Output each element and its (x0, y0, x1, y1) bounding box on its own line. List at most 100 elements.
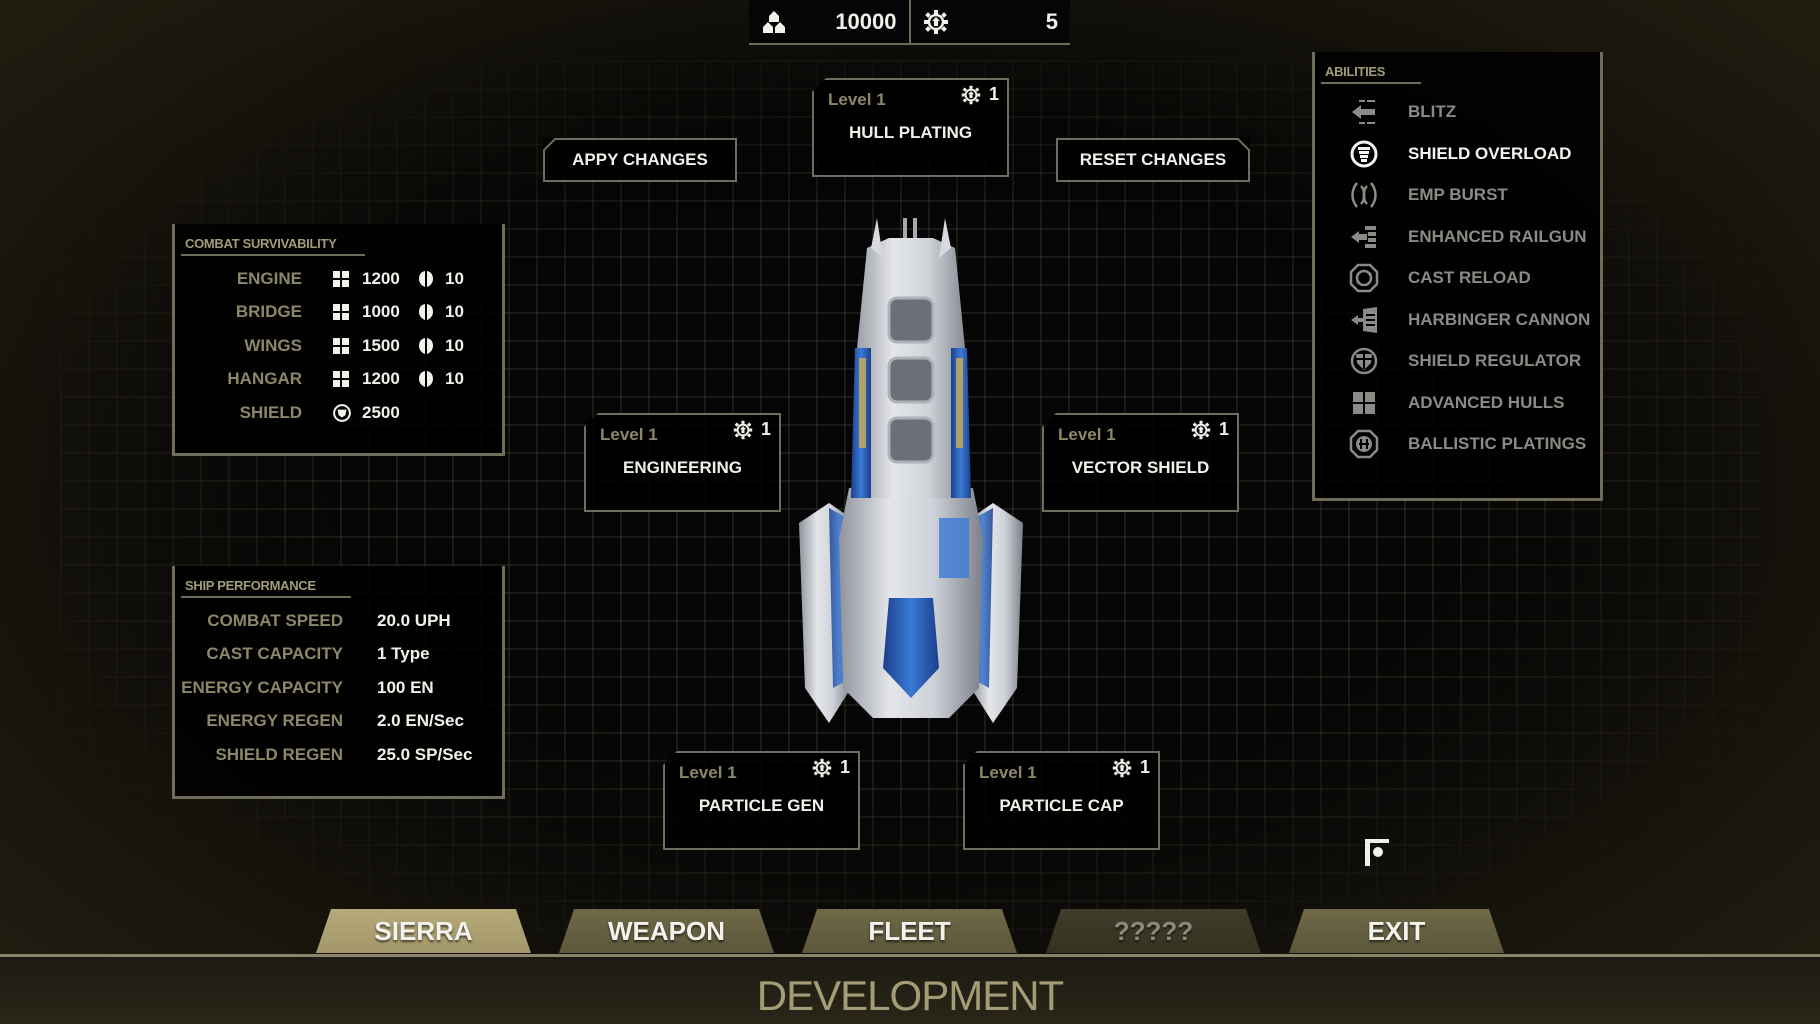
ability-label: BALLISTIC PLATINGS (1408, 434, 1587, 453)
armor-icon (419, 271, 433, 287)
module-cost: 1 (1218, 419, 1229, 439)
tab-locked[interactable]: ????? (1046, 909, 1261, 953)
hull-icon (333, 371, 349, 387)
armor-value: 10 (445, 336, 464, 355)
ability-label: EMP BURST (1408, 185, 1508, 204)
title-underline (181, 596, 351, 598)
tech-points-counter: 5 (908, 0, 1071, 43)
module-name: ENGINEERING (622, 458, 743, 477)
perf-value: 2.0 EN/Sec (377, 711, 464, 730)
panel-title: COMBAT SURVIVABILITY (185, 236, 337, 251)
stat-row-engine: ENGINE 1200 10 (175, 269, 502, 293)
stat-label: HANGAR (227, 369, 302, 388)
hull-value: 1500 (362, 336, 400, 355)
module-name: VECTOR SHIELD (1071, 458, 1210, 477)
module-level: Level 1 (1058, 425, 1116, 444)
stat-label: WINGS (244, 336, 302, 355)
perf-row: COMBAT SPEED 20.0 UPH (175, 611, 502, 635)
ship-gold-stripe (956, 358, 963, 448)
shield-value: 2500 (362, 403, 400, 422)
title-underline (1321, 82, 1421, 84)
ability-harbinger-cannon[interactable]: HARBINGER CANNON (1315, 305, 1600, 335)
perf-label: ENERGY REGEN (206, 711, 343, 730)
stat-row-wings: WINGS 1500 10 (175, 336, 502, 360)
perf-label: CAST CAPACITY (206, 644, 343, 663)
harbinger-cannon-icon (1351, 307, 1377, 333)
module-cost: 1 (1139, 757, 1150, 777)
module-cost: 1 (760, 419, 771, 439)
ability-shield-regulator[interactable]: SHIELD REGULATOR (1315, 346, 1600, 376)
credits-value: 10000 (835, 9, 897, 34)
ability-advanced-hulls[interactable]: ADVANCED HULLS (1315, 388, 1600, 418)
ability-emp-burst[interactable]: EMP BURST (1315, 180, 1600, 210)
resource-bar: 10000 5 (749, 0, 1070, 45)
gear-upgrade-icon (961, 85, 981, 105)
armor-icon (419, 371, 433, 387)
perf-value: 25.0 SP/Sec (377, 745, 473, 764)
module-cost: 1 (988, 84, 999, 104)
module-vector-shield[interactable]: Level 1 1 VECTOR SHIELD (1042, 413, 1239, 512)
ability-cast-reload[interactable]: CAST RELOAD (1315, 263, 1600, 293)
perf-label: COMBAT SPEED (207, 611, 343, 630)
ship-performance-panel: SHIP PERFORMANCE COMBAT SPEED 20.0 UPH C… (172, 566, 505, 799)
stat-row-bridge: BRIDGE 1000 10 (175, 302, 502, 326)
armor-icon (419, 304, 433, 320)
perf-label: ENERGY CAPACITY (181, 678, 343, 697)
ship-sierra (799, 218, 1023, 723)
gear-upgrade-icon (733, 420, 753, 440)
railgun-icon (1351, 226, 1376, 248)
perf-value: 1 Type (377, 644, 430, 663)
abilities-panel: ABILITIES BLITZ SHIELD OVERLOAD EMP BURS… (1312, 52, 1603, 501)
ability-label: ENHANCED RAILGUN (1408, 227, 1587, 246)
main-tabs: SIERRA WEAPON FLEET ????? EXIT (0, 909, 1820, 953)
perf-row: ENERGY REGEN 2.0 EN/Sec (175, 711, 502, 735)
tab-fleet[interactable]: FLEET (802, 909, 1017, 953)
ability-label: BLITZ (1408, 102, 1457, 121)
module-particle-cap[interactable]: Level 1 1 PARTICLE CAP (963, 751, 1160, 850)
cursor-icon (1365, 839, 1389, 866)
module-level: Level 1 (828, 90, 886, 109)
apply-changes-button[interactable]: APPY CHANGES (543, 138, 737, 182)
module-level: Level 1 (979, 763, 1037, 782)
stat-label: BRIDGE (235, 302, 302, 321)
armor-value: 10 (445, 302, 464, 321)
perf-value: 100 EN (377, 678, 434, 697)
perf-row: CAST CAPACITY 1 Type (175, 644, 502, 668)
reset-changes-button[interactable]: RESET CHANGES (1056, 138, 1250, 182)
ability-shield-overload[interactable]: SHIELD OVERLOAD (1315, 139, 1600, 169)
ship-coil (939, 518, 969, 578)
ballistic-platings-icon (1349, 429, 1379, 459)
module-particle-gen[interactable]: Level 1 1 PARTICLE GEN (663, 751, 860, 850)
ability-label: SHIELD REGULATOR (1408, 351, 1582, 370)
hull-icon (333, 271, 349, 287)
ability-label: HARBINGER CANNON (1408, 310, 1591, 329)
module-cost: 1 (839, 757, 850, 777)
panel-title: SHIP PERFORMANCE (185, 578, 316, 593)
ability-blitz[interactable]: BLITZ (1315, 97, 1600, 127)
armor-value: 10 (445, 369, 464, 388)
ability-label: SHIELD OVERLOAD (1408, 144, 1572, 163)
panel-title: ABILITIES (1325, 64, 1386, 79)
blitz-icon (1352, 100, 1375, 124)
cast-reload-icon (1349, 263, 1379, 293)
combat-survivability-panel: COMBAT SURVIVABILITY ENGINE 1200 10 BRID… (172, 224, 505, 456)
perf-label: SHIELD REGEN (215, 745, 343, 764)
tab-weapon[interactable]: WEAPON (559, 909, 774, 953)
gear-upgrade-icon (1112, 758, 1132, 778)
module-engineering[interactable]: Level 1 1 ENGINEERING (584, 413, 781, 512)
crystals-icon (763, 11, 785, 33)
perf-row: SHIELD REGEN 25.0 SP/Sec (175, 745, 502, 769)
perf-value: 20.0 UPH (377, 611, 451, 630)
credits-counter: 10000 (749, 0, 909, 43)
stat-label: ENGINE (236, 269, 302, 288)
module-name: HULL PLATING (848, 123, 973, 142)
stat-row-shield: SHIELD 2500 (175, 403, 502, 427)
tab-sierra[interactable]: SIERRA (316, 909, 531, 953)
module-hull-plating[interactable]: Level 1 1 HULL PLATING (812, 78, 1009, 177)
ability-ballistic-platings[interactable]: BALLISTIC PLATINGS (1315, 429, 1600, 459)
shield-overload-icon (1350, 140, 1378, 168)
tab-exit[interactable]: EXIT (1289, 909, 1504, 953)
ability-enhanced-railgun[interactable]: ENHANCED RAILGUN (1315, 222, 1600, 252)
stat-label: SHIELD (239, 403, 302, 422)
screen-title: DEVELOPMENT (756, 972, 1064, 1019)
